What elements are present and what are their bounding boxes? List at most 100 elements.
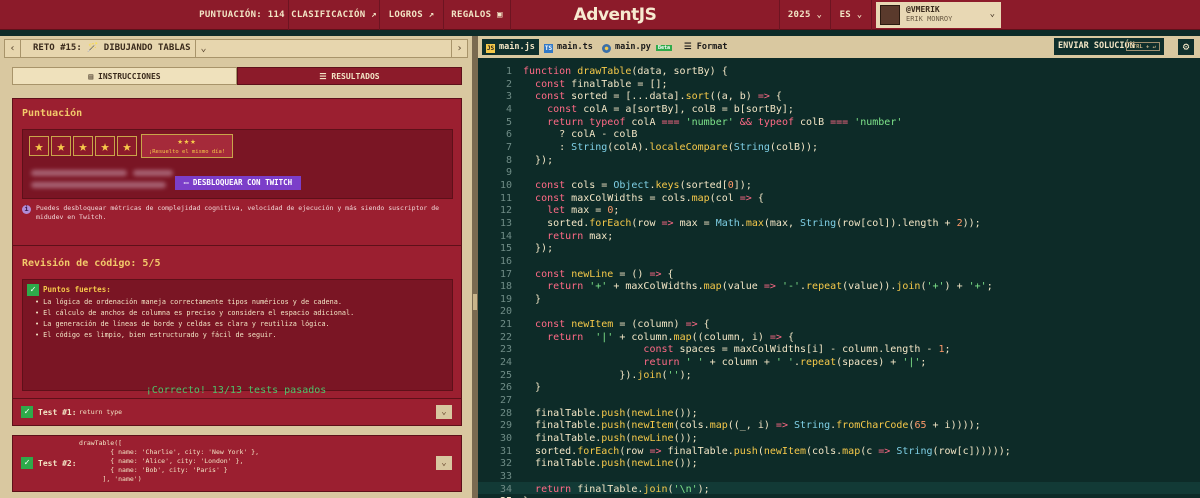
tab-main-py[interactable]: ● main.py Beta	[602, 39, 672, 55]
line-number: 4	[505, 103, 512, 115]
language-value: ES	[839, 10, 851, 20]
tab-main-js[interactable]: JS main.js	[482, 39, 539, 55]
gift-icon: ▣	[497, 10, 503, 20]
editor-toolbar: JS main.js TS main.ts ● main.py Beta ☰ Form…	[478, 36, 1200, 58]
line-number: 12	[499, 205, 512, 217]
user-menu[interactable]: @VMERIK ERIK MONROY ⌄	[876, 2, 1001, 28]
user-handle: @VMERIK	[906, 5, 940, 14]
chevron-right-icon[interactable]: ›	[451, 40, 467, 57]
javascript-icon: JS	[486, 44, 495, 53]
line-number: 20	[499, 306, 512, 318]
line-number: 23	[499, 344, 512, 356]
gifts-label: REGALOS	[451, 10, 492, 20]
strong-point-item: • El código es limpio, bien estructurado…	[35, 331, 277, 339]
line-number: 14	[499, 230, 512, 242]
file-name: main.ts	[557, 42, 593, 52]
document-icon: ▤	[88, 72, 98, 81]
language-select[interactable]: ES ⌄	[831, 0, 871, 30]
test-item[interactable]: ✓ Test #1: return type ⌄	[12, 398, 462, 426]
chevron-down-icon[interactable]: ⌄	[436, 456, 452, 470]
tab-instructions-label: INSTRUCCIONES	[98, 72, 161, 81]
line-number: 29	[499, 420, 512, 432]
score-box: ★ ★ ★ ★ ★ ★★★ ¡Resuelto el mismo día! ▭ …	[22, 129, 453, 199]
achievements-link[interactable]: LOGROS ↗	[380, 0, 443, 30]
bonus-label: ¡Resuelto el mismo día!	[148, 149, 226, 155]
submit-solution-button[interactable]: ENVIAR SOLUCIÓN CTRL + ↵	[1054, 38, 1164, 55]
line-number: 31	[499, 445, 512, 457]
test-item[interactable]: ✓ Test #2: drawTable([ { name: 'Charlie'…	[12, 435, 462, 492]
challenge-panel: ‹ RETO #15: 🪄 DIBUJANDO TABLAS ⌄ › ▤ INS…	[0, 36, 472, 498]
tab-results-label: RESULTADOS	[331, 72, 380, 81]
same-day-bonus-badge: ★★★ ¡Resuelto el mismo día!	[141, 134, 233, 158]
year-select[interactable]: 2025 ⌄	[780, 0, 830, 30]
line-number: 13	[499, 217, 512, 229]
score-heading: Puntuación	[22, 108, 83, 119]
user-name: ERIK MONROY	[906, 15, 953, 23]
line-number: 1	[505, 66, 512, 77]
score-card: Puntuación ★ ★ ★ ★ ★ ★★★ ¡Resuelto el mi…	[12, 98, 462, 265]
line-number: 18	[499, 281, 512, 293]
submit-label: ENVIAR SOLUCIÓN	[1058, 41, 1135, 51]
app-logo[interactable]: AdventJS	[555, 0, 675, 30]
settings-icon[interactable]: ⚙	[1178, 39, 1194, 55]
format-button[interactable]: ☰ Format	[684, 39, 727, 55]
line-number: 22	[499, 331, 512, 343]
star-icon: ★	[51, 136, 71, 156]
line-number: 34	[499, 483, 512, 495]
bonus-stars: ★★★	[177, 137, 197, 147]
list-icon: ☰	[319, 72, 332, 81]
chevron-down-icon[interactable]: ⌄	[195, 40, 211, 57]
challenge-selector-bar: ‹ RETO #15: 🪄 DIBUJANDO TABLAS ⌄ ›	[4, 39, 468, 58]
line-number: 30	[499, 433, 512, 445]
score-display: PUNTUACIÓN: 114	[199, 10, 285, 20]
line-number: 6	[505, 129, 512, 141]
typescript-icon: TS	[544, 44, 553, 53]
code-editor[interactable]: 1 2 3 4 5 6 7 8 9 10 11 12 13 14 15 16 17 18 19 20 21 22 23 24 2…	[478, 58, 1200, 498]
file-name: main.js	[499, 42, 535, 52]
info-text: Puedes desbloquear métricas de complejid…	[36, 204, 440, 221]
keyboard-shortcut: CTRL + ↵	[1125, 42, 1160, 51]
line-number: 28	[499, 407, 512, 419]
strong-point-item: • El cálculo de anchos de columna es pre…	[35, 309, 355, 317]
test-code: drawTable([ { name: 'Charlie', city: 'Ne…	[79, 439, 260, 483]
info-icon: i	[22, 205, 31, 214]
line-number: 2	[505, 78, 512, 90]
challenge-title[interactable]: RETO #15: 🪄 DIBUJANDO TABLAS	[33, 40, 191, 57]
format-label: Format	[696, 42, 728, 52]
chevron-down-icon: ⌄	[989, 9, 995, 19]
locked-metric-blur	[31, 170, 127, 176]
gifts-link[interactable]: REGALOS ▣	[444, 0, 510, 30]
line-number: 10	[499, 179, 512, 191]
ranking-link[interactable]: CLASIFICACIÓN ↗	[289, 0, 379, 30]
format-icon: ☰	[684, 42, 697, 52]
avatar	[880, 5, 900, 25]
panel-tabs: ▤ INSTRUCCIONES ☰ RESULTADOS	[12, 67, 462, 85]
year-value: 2025	[787, 10, 811, 20]
twitch-button-label: DESBLOQUEAR CON TWITCH	[192, 178, 293, 187]
divider	[871, 0, 872, 30]
unlock-twitch-button[interactable]: ▭ DESBLOQUEAR CON TWITCH	[175, 176, 301, 190]
line-number: 33	[499, 471, 512, 482]
chevron-left-icon[interactable]: ‹	[5, 40, 21, 57]
tests-summary: ¡Correcto! 13/13 tests pasados	[145, 385, 327, 396]
line-number: 19	[499, 293, 512, 305]
check-icon: ✓	[21, 457, 33, 469]
chevron-down-icon: ⌄	[816, 10, 823, 20]
drag-grip-icon	[473, 294, 477, 310]
line-number: 16	[499, 255, 512, 267]
test-label: Test #1:	[38, 408, 77, 417]
tab-main-ts[interactable]: TS main.ts	[544, 39, 593, 55]
line-number: 5	[505, 116, 512, 128]
chevron-down-icon[interactable]: ⌄	[436, 405, 452, 419]
line-number: 17	[499, 268, 512, 280]
tab-results[interactable]: ☰ RESULTADOS	[237, 67, 462, 85]
strong-point-item: • La lógica de ordenación maneja correct…	[35, 298, 342, 306]
line-number: 25	[499, 369, 512, 381]
review-heading: Revisión de código: 5/5	[22, 258, 161, 269]
code-content[interactable]: function drawTable(data, sortBy) { const…	[523, 66, 1011, 498]
line-number: 27	[499, 395, 512, 407]
strong-point-item: • La generación de líneas de borde y cel…	[35, 320, 330, 328]
test-label: Test #2:	[38, 459, 77, 468]
locked-metric-blur	[31, 182, 166, 188]
tab-instructions[interactable]: ▤ INSTRUCCIONES	[12, 67, 237, 85]
